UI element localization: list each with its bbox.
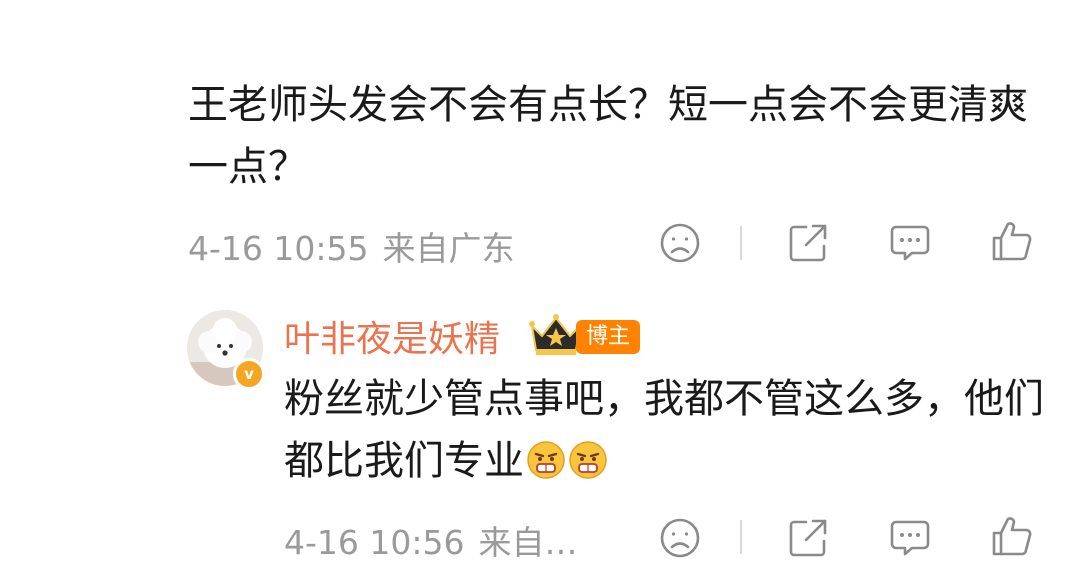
reply-text: 粉丝就少管点事吧，我都不管这么多，他们都比我们专业: [284, 368, 1064, 492]
share-icon[interactable]: [786, 516, 830, 560]
grimace-emoji: [527, 441, 565, 479]
comment-icon[interactable]: [888, 516, 932, 560]
comment-text: 王老师头发会不会有点长？短一点会不会更清爽一点？: [188, 82, 1028, 190]
dislike-icon[interactable]: [658, 221, 702, 265]
like-icon[interactable]: [990, 514, 1034, 558]
share-icon[interactable]: [786, 221, 830, 265]
like-icon[interactable]: [990, 219, 1034, 263]
divider: [740, 520, 742, 554]
comment-date: 4-16 10:55: [188, 229, 369, 268]
comment-meta: 4-16 10:55 来自广东: [188, 222, 515, 270]
verified-badge: v: [233, 358, 265, 390]
blogger-badge: 博主: [576, 320, 641, 354]
comment-location: 来自广东: [382, 229, 515, 268]
avatar[interactable]: v: [187, 310, 265, 390]
comment-icon[interactable]: [888, 221, 932, 265]
reply-date: 4-16 10:56: [284, 523, 465, 562]
username[interactable]: 叶非夜是妖精: [284, 310, 500, 362]
reply-location[interactable]: 来自…: [479, 523, 578, 562]
reply-meta: 4-16 10:56 来自…: [284, 516, 578, 564]
divider: [740, 226, 742, 260]
reply-text-content: 粉丝就少管点事吧，我都不管这么多，他们都比我们专业: [284, 376, 1044, 484]
grimace-emoji: [569, 441, 607, 479]
dislike-icon[interactable]: [658, 516, 702, 560]
